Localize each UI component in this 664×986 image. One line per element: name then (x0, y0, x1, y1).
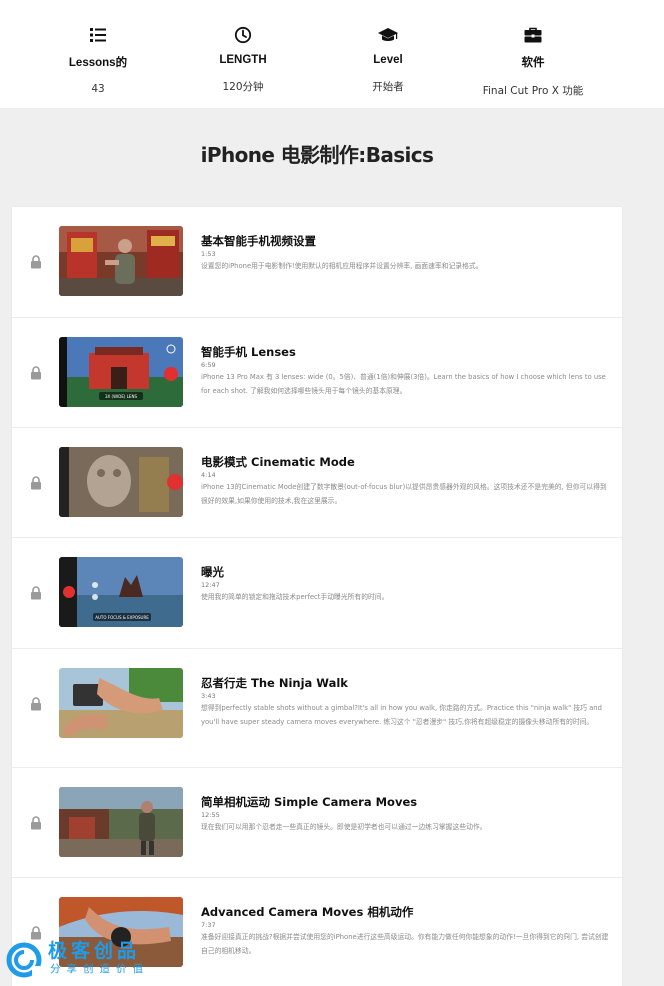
clock-icon (234, 26, 252, 44)
lesson-info: 曝光 12:47 使用我的简单的锁定和拖动技术perfect手动曝光所有的时间。 (201, 564, 613, 604)
stat-value: 开始者 (372, 81, 404, 93)
graduation-cap-icon (378, 28, 398, 41)
lock-icon (31, 366, 41, 380)
lesson-thumbnail[interactable] (59, 226, 183, 296)
lock-icon (31, 255, 41, 269)
watermark-subtext: 分享创造价值 (50, 963, 149, 975)
lesson-title[interactable]: 曝光 (201, 564, 613, 580)
lesson-title[interactable]: 电影模式 Cinematic Mode (201, 454, 613, 470)
lock-icon (31, 586, 41, 600)
lesson-list: 基本智能手机视频设置 1:53 设置您的iPhone用于电影制作!使用默认的相机… (12, 207, 622, 986)
lock-icon (31, 816, 41, 830)
lesson-description: iPhone 13 Pro Max 有 3 lenses: wide (0。5倍… (201, 373, 606, 395)
lesson-info: 电影模式 Cinematic Mode 4:14 iPhone 13的Cinem… (201, 454, 613, 508)
lesson-row[interactable]: 忍者行走 The Ninja Walk 3:43 想得到perfectly st… (12, 649, 622, 768)
toolbox-icon (524, 27, 542, 43)
course-title: iPhone 电影制作:Basics (200, 143, 434, 167)
lesson-description: 设置您的iPhone用于电影制作!使用默认的相机应用程序并设置分辨率, 画面速率… (201, 262, 483, 270)
stat-label: LENGTH (219, 54, 267, 66)
lesson-duration: 4:14 (201, 471, 216, 479)
list-icon (90, 28, 106, 42)
lesson-description: 现在我们可以用那个忍者走一些真正的镜头。即使是初学者也可以通过一边练习掌握这些动… (201, 823, 487, 831)
lesson-thumbnail[interactable]: 3X (WIDE) LENS (59, 337, 183, 407)
lesson-title[interactable]: 忍者行走 The Ninja Walk (201, 675, 613, 691)
lesson-row[interactable]: AUTO FOCUS & EXPOSURE 曝光 12:47 使用我的简单的锁定… (12, 538, 622, 649)
lesson-thumbnail[interactable] (59, 447, 183, 517)
lesson-duration: 12:47 (201, 581, 220, 589)
course-stats-bar: Lessons的 43 LENGTH 120分钟 Level 开始者 软件 Fi… (0, 0, 664, 108)
lesson-row[interactable]: 简单相机运动 Simple Camera Moves 12:55 现在我们可以用… (12, 768, 622, 878)
lock-icon (31, 476, 41, 490)
thumbnail-caption: 3X (WIDE) LENS (105, 394, 137, 399)
lesson-info: 简单相机运动 Simple Camera Moves 12:55 现在我们可以用… (201, 794, 613, 834)
lesson-info: 基本智能手机视频设置 1:53 设置您的iPhone用于电影制作!使用默认的相机… (201, 233, 613, 273)
stat-value: 120分钟 (222, 81, 264, 93)
lesson-row[interactable]: 基本智能手机视频设置 1:53 设置您的iPhone用于电影制作!使用默认的相机… (12, 207, 622, 318)
lesson-thumbnail[interactable]: AUTO FOCUS & EXPOSURE (59, 557, 183, 627)
stat-lessons: Lessons的 43 (18, 26, 178, 95)
stat-label: Lessons的 (68, 57, 128, 69)
stat-length: LENGTH 120分钟 (163, 26, 323, 94)
lesson-row[interactable]: 电影模式 Cinematic Mode 4:14 iPhone 13的Cinem… (12, 428, 622, 538)
watermark-logo-icon (6, 942, 42, 978)
lesson-description: 使用我的简单的锁定和拖动技术perfect手动曝光所有的时间。 (201, 593, 389, 601)
lesson-info: 忍者行走 The Ninja Walk 3:43 想得到perfectly st… (201, 675, 613, 729)
stat-label: 软件 (521, 57, 545, 69)
lesson-duration: 12:55 (201, 811, 220, 819)
lesson-duration: 1:53 (201, 250, 216, 258)
lesson-duration: 7:37 (201, 921, 216, 929)
stat-level: Level 开始者 (308, 26, 468, 94)
lesson-thumbnail[interactable] (59, 668, 183, 738)
stat-value: 43 (91, 83, 105, 95)
watermark: 极客创品 分享创造价值 (6, 938, 156, 982)
stat-software: 软件 Final Cut Pro X 功能 (453, 26, 613, 98)
lesson-thumbnail[interactable] (59, 787, 183, 857)
lesson-row[interactable]: 3X (WIDE) LENS 智能手机 Lenses 6:59 iPhone 1… (12, 318, 622, 428)
lesson-info: 智能手机 Lenses 6:59 iPhone 13 Pro Max 有 3 l… (201, 344, 613, 398)
lesson-title[interactable]: 智能手机 Lenses (201, 344, 613, 360)
lesson-title[interactable]: Advanced Camera Moves 相机动作 (201, 904, 613, 920)
lesson-duration: 3:43 (201, 692, 216, 700)
lesson-description: 想得到perfectly stable shots without a gimb… (201, 704, 602, 726)
lesson-description: 准备好迎接真正的挑战?根据并尝试使用您的iPhone进行这些高级运动。你有能力做… (201, 933, 609, 955)
thumbnail-caption: AUTO FOCUS & EXPOSURE (95, 615, 149, 620)
stat-label: Level (373, 54, 403, 66)
stat-value: Final Cut Pro X 功能 (482, 85, 584, 97)
lesson-title[interactable]: 基本智能手机视频设置 (201, 233, 613, 249)
lesson-title[interactable]: 简单相机运动 Simple Camera Moves (201, 794, 613, 810)
lesson-info: Advanced Camera Moves 相机动作 7:37 准备好迎接真正的… (201, 904, 613, 958)
watermark-text: 极客创品 (48, 940, 141, 962)
lesson-description: iPhone 13的Cinematic Mode创建了数字散景(out-of-f… (201, 483, 607, 505)
lock-icon (31, 697, 41, 711)
lesson-duration: 6:59 (201, 361, 216, 369)
